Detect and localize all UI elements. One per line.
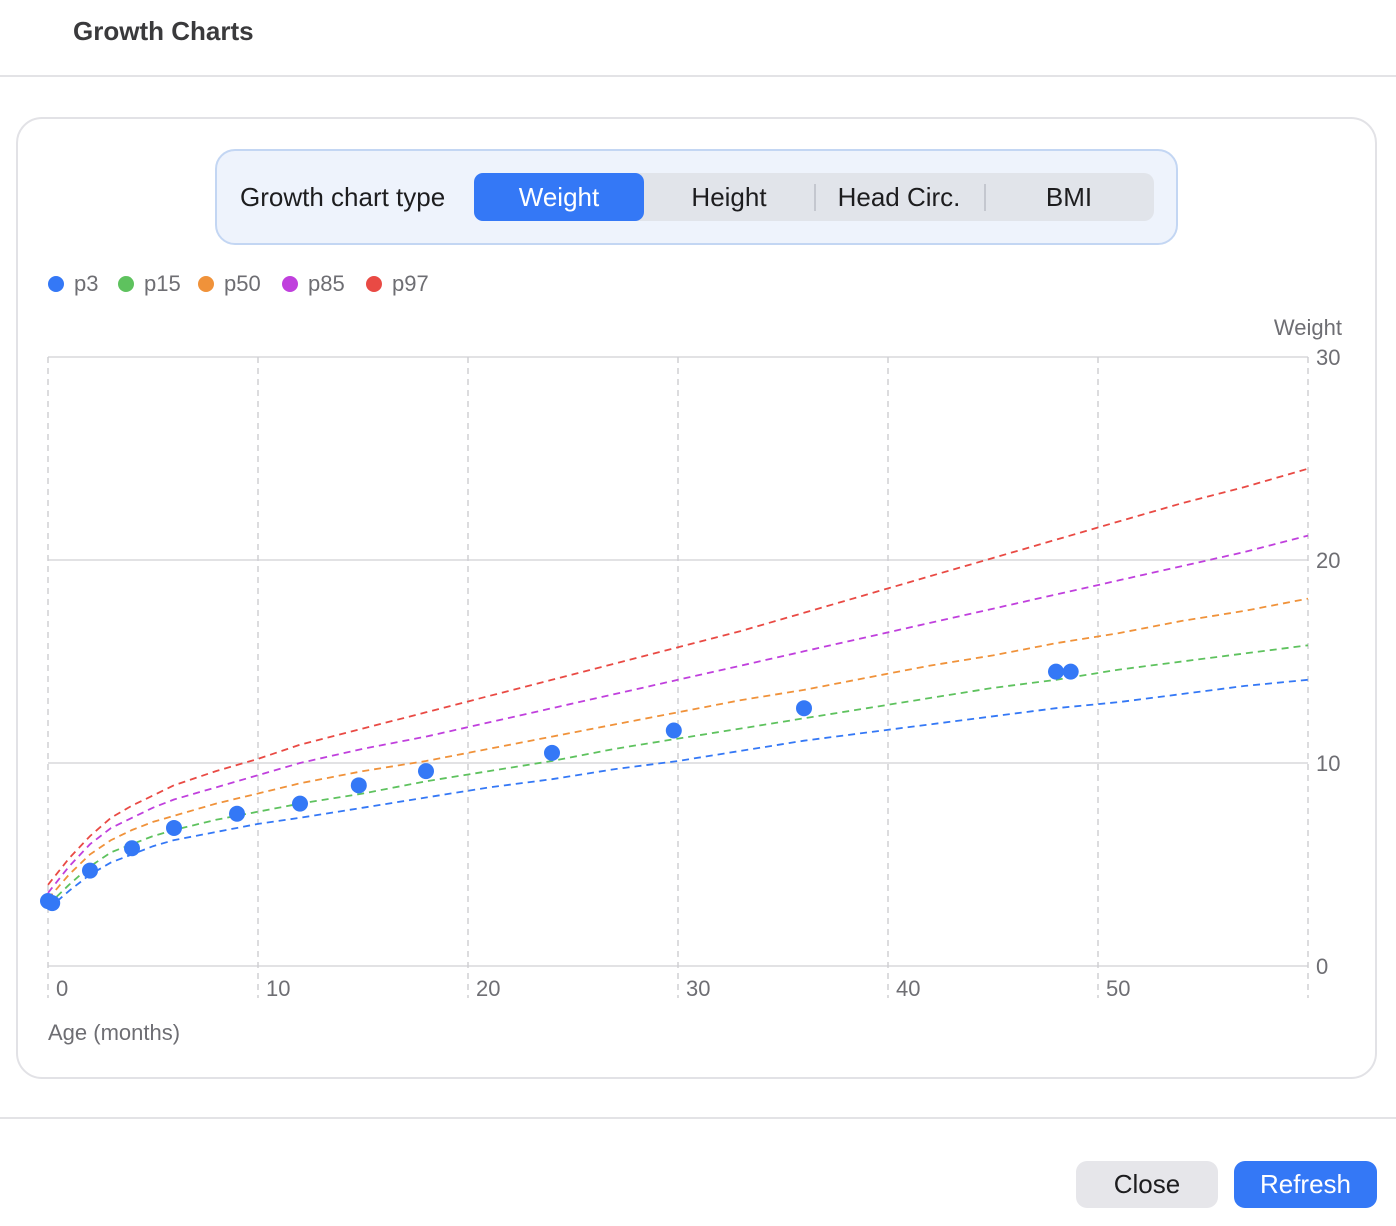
measurement-point	[350, 777, 367, 794]
y-tick-label: 30	[1316, 345, 1340, 370]
growth-chart: Weight Age (months) 0 10 20 30 0 10 20 30 40 50	[40, 315, 1342, 1045]
measurement-point	[796, 700, 812, 717]
footer-divider	[0, 1117, 1396, 1119]
measurement-point	[418, 763, 434, 780]
measurement-point	[544, 744, 560, 761]
refresh-button[interactable]: Refresh	[1234, 1161, 1377, 1208]
y-tick-label: 20	[1316, 548, 1340, 573]
measurement-points-layer	[40, 663, 1079, 912]
measurement-point	[82, 862, 98, 879]
measurement-point	[166, 819, 182, 836]
x-tick-label: 50	[1106, 976, 1130, 1001]
y-tick-label: 0	[1316, 954, 1328, 979]
grid-layer	[47, 356, 1309, 998]
x-axis-title: Age (months)	[48, 1020, 180, 1045]
x-tick-label: 10	[266, 976, 290, 1001]
measurement-point	[665, 722, 682, 739]
x-tick-label: 0	[56, 976, 68, 1001]
x-tick-label: 40	[896, 976, 920, 1001]
ticks-layer: 0 10 20 30 0 10 20 30 40 50	[56, 345, 1340, 1001]
measurement-point	[1048, 663, 1064, 680]
measurement-point	[229, 805, 245, 822]
measurement-point	[1062, 663, 1079, 680]
measurement-point	[124, 840, 140, 857]
measurement-point	[44, 895, 61, 912]
y-tick-label: 10	[1316, 751, 1340, 776]
close-button[interactable]: Close	[1076, 1161, 1218, 1208]
measurement-point	[292, 795, 308, 812]
y-axis-title: Weight	[1274, 315, 1342, 340]
x-tick-label: 20	[476, 976, 500, 1001]
x-tick-label: 30	[686, 976, 710, 1001]
growth-charts-window: Growth Charts Growth chart type Weight H…	[0, 0, 1396, 1226]
